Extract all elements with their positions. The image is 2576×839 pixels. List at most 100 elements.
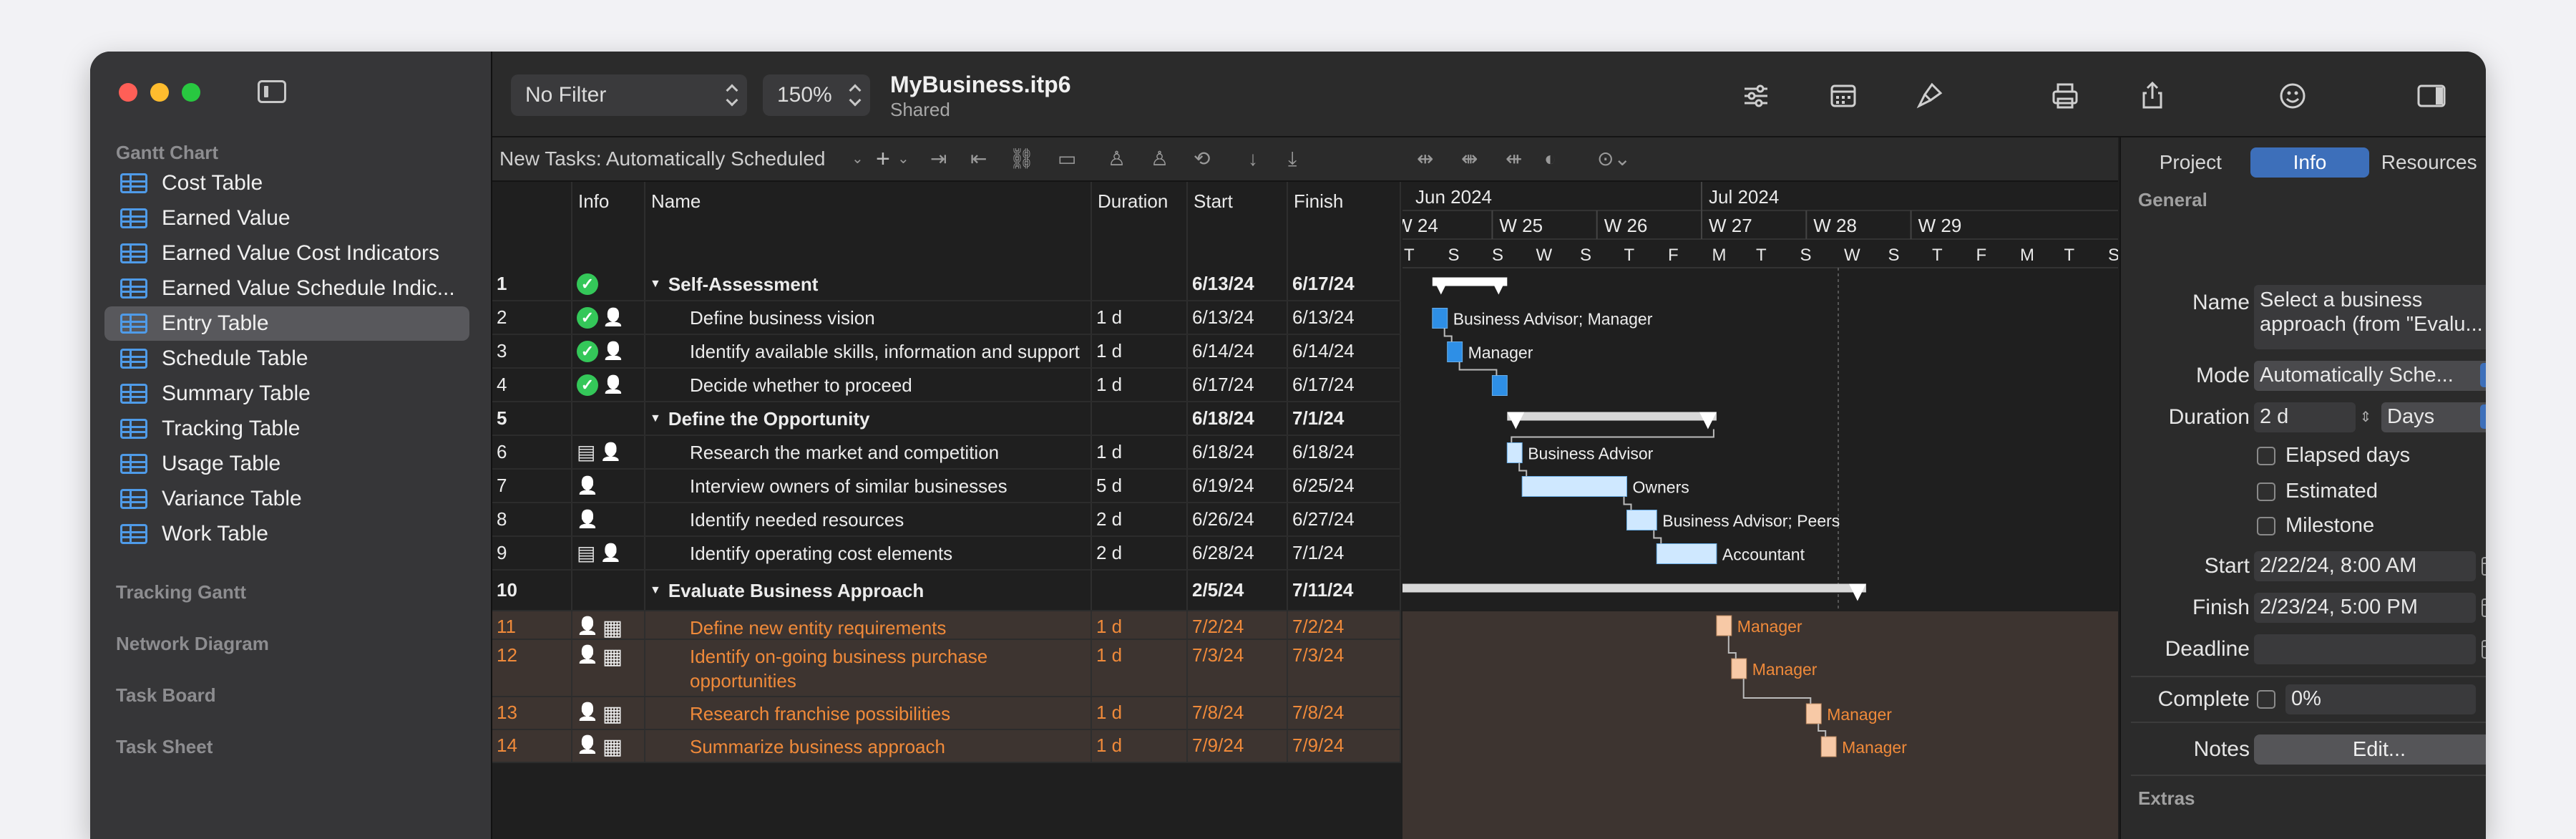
minimize-window-button[interactable] [150,83,169,102]
finish-field[interactable]: 2/23/24, 5:00 PM [2254,593,2476,623]
name-field[interactable]: Select a business approach (from "Evalu.… [2254,285,2486,349]
task-row[interactable]: 14 👤 ▦ Summarize business approach 1 d 7/9/24… [492,730,1401,763]
zoom-window-button[interactable] [182,83,200,102]
print-icon[interactable] [2049,80,2081,112]
disclosure-triangle-icon[interactable]: ▼ [650,584,661,597]
disclosure-triangle-icon[interactable]: ▼ [650,278,661,291]
task-row[interactable]: 8 👤 Identify needed resources 2 d 6/26/24 6/2… [492,503,1401,537]
share-icon[interactable] [2137,80,2168,112]
sidebar-item-earned-value-schedule-indic[interactable]: Earned Value Schedule Indic... [104,271,469,306]
sidebar-section-task-board[interactable]: Task Board [116,684,216,707]
tab-project[interactable]: Project [2131,147,2250,178]
center-icon[interactable]: ⇺ [1506,146,1522,172]
calendar-icon[interactable] [2482,598,2486,617]
outdent-icon[interactable]: ⇤ [970,146,987,172]
filter-popup[interactable]: No Filter [511,74,747,116]
disclosure-triangle-icon[interactable]: ▼ [650,412,661,425]
duration-stepper-icon[interactable]: ⇕ [2357,402,2374,432]
summary-task-row[interactable]: 1 ✓ ▼ Self-Assessment 6/13/24 6/17/24 [492,268,1401,301]
sliders-icon[interactable] [1740,80,1772,112]
import-icon[interactable]: ⤓ [1288,146,1297,172]
remove-resource-icon[interactable]: ♙ [1151,146,1169,172]
collapse-icon[interactable]: ⇼ [1461,146,1478,172]
link-icon[interactable]: ⛓ [1009,146,1035,172]
col-header-info[interactable]: Info [572,182,645,268]
assign-resource-icon[interactable]: ♙ [1108,146,1126,172]
task-row[interactable]: 13 👤 ▦ Research franchise possibilities 1 d 7… [492,697,1401,730]
table-icon [120,243,147,263]
unlink-icon[interactable]: ▭ [1058,146,1076,172]
col-header-id[interactable] [492,182,572,268]
sidebar-section-network-diagram[interactable]: Network Diagram [116,633,269,655]
sidebar-section-task-sheet[interactable]: Task Sheet [116,736,213,758]
note-icon: ▤ [577,542,596,564]
sidebar-item-cost-table[interactable]: Cost Table [104,166,469,200]
calendar-icon[interactable] [1828,80,1859,112]
col-header-start[interactable]: Start [1188,182,1288,268]
col-header-duration[interactable]: Duration [1092,182,1188,268]
complete-field[interactable]: 0% [2285,684,2476,714]
calendar-icon[interactable] [2482,557,2486,576]
notes-edit-button[interactable]: Edit... [2254,734,2486,765]
task-row[interactable]: 2 ✓ 👤 Define business vision 1 d 6/13/24 6/13/… [492,301,1401,335]
fit-icon[interactable]: ⇹ [1417,146,1433,172]
sidebar-item-variance-table[interactable]: Variance Table [104,482,469,516]
sidebar-item-earned-value-cost-indicators[interactable]: Earned Value Cost Indicators [104,236,469,271]
sidebar-item-summary-table[interactable]: Summary Table [104,377,469,411]
summary-task-row[interactable]: 5 ▼ Define the Opportunity 6/18/24 7/1/24 [492,402,1401,436]
sidebar-section-tracking-gantt[interactable]: Tracking Gantt [116,581,246,603]
chevron-down-icon[interactable]: ⌄ [852,146,864,172]
col-header-finish[interactable]: Finish [1288,182,1401,268]
gantt-chart[interactable]: Jun 2024Jul 2024W 23W 24W 25W 26W 27W 28… [1402,182,2118,839]
cell-duration: 1 d [1092,730,1188,762]
summary-task-row[interactable]: 10 ▼ Evaluate Business Approach 2/5/24 7/11/… [492,571,1401,611]
mode-select[interactable]: Automatically Sche... ⇕ [2254,361,2486,391]
sidebar-toggle-icon[interactable] [258,80,286,103]
task-row[interactable]: 11 👤 ▦ Define new entity requirements 1 d 7/2… [492,611,1401,640]
calendar-icon[interactable] [2482,640,2486,659]
smiley-icon[interactable] [2277,80,2308,112]
brush-icon[interactable] [1913,80,1945,112]
inspector-toggle-icon[interactable] [2416,80,2447,112]
col-header-name[interactable]: Name [645,182,1092,268]
task-bar [1491,375,1508,396]
indent-icon[interactable]: ⇥ [930,146,947,172]
milestone-checkbox[interactable] [2257,517,2275,535]
sidebar-item-entry-table[interactable]: Entry Table [104,306,469,341]
replace-resource-icon[interactable]: ⟲ [1194,146,1210,172]
estimated-checkbox[interactable] [2257,482,2275,501]
task-row[interactable]: 6 ▤ 👤 Research the market and competition 1 … [492,436,1401,470]
cell-text: 7/3/24 [1292,644,1345,666]
sidebar-item-schedule-table[interactable]: Schedule Table [104,341,469,376]
cell-name: Interview owners of similar businesses [645,470,1092,502]
progress-icon[interactable]: ◐ [1544,146,1556,172]
zoom-popup[interactable]: 150% [763,74,870,116]
duration-field[interactable]: 2 d [2254,402,2356,432]
task-row[interactable]: 7 👤 Interview owners of similar businesses… [492,470,1401,503]
move-down-icon[interactable]: ↓ [1248,146,1258,172]
complete-stepper-icon[interactable]: ⇕ [2482,684,2486,714]
sidebar-item-earned-value[interactable]: Earned Value [104,201,469,236]
tab-resources[interactable]: Resources [2369,147,2486,178]
task-row[interactable]: 3 ✓ 👤 Identify available skills, informatio… [492,335,1401,369]
add-task-icon[interactable]: + [876,146,890,172]
complete-checkbox[interactable] [2257,690,2275,709]
more-icon[interactable]: ⊙⌄ [1597,146,1631,172]
sidebar-item-usage-table[interactable]: Usage Table [104,447,469,481]
sidebar-item-work-table[interactable]: Work Table [104,517,469,551]
sidebar-item-tracking-table[interactable]: Tracking Table [104,412,469,446]
cell-text: Identify on-going business purchase oppo… [690,646,988,692]
sidebar-section-gantt[interactable]: Gantt Chart [116,142,218,164]
new-tasks-mode[interactable]: New Tasks: Automatically Scheduled [499,147,826,170]
close-window-button[interactable] [119,83,137,102]
tab-info[interactable]: Info [2250,147,2370,178]
chevron-down-icon[interactable]: ⌄ [897,146,909,172]
task-row[interactable]: 9 ▤ 👤 Identify operating cost elements 2 d 6/… [492,537,1401,571]
duration-unit-select[interactable]: Days ⇕ [2381,402,2486,432]
task-row[interactable]: 4 ✓ 👤 Decide whether to proceed 1 d 6/17/24 6/… [492,369,1401,402]
cell-name: Decide whether to proceed [645,369,1092,401]
deadline-field[interactable] [2254,634,2476,664]
start-field[interactable]: 2/22/24, 8:00 AM [2254,551,2476,581]
task-row[interactable]: 12 👤 ▦ Identify on-going business purchase … [492,640,1401,697]
elapsed-days-checkbox[interactable] [2257,447,2275,465]
